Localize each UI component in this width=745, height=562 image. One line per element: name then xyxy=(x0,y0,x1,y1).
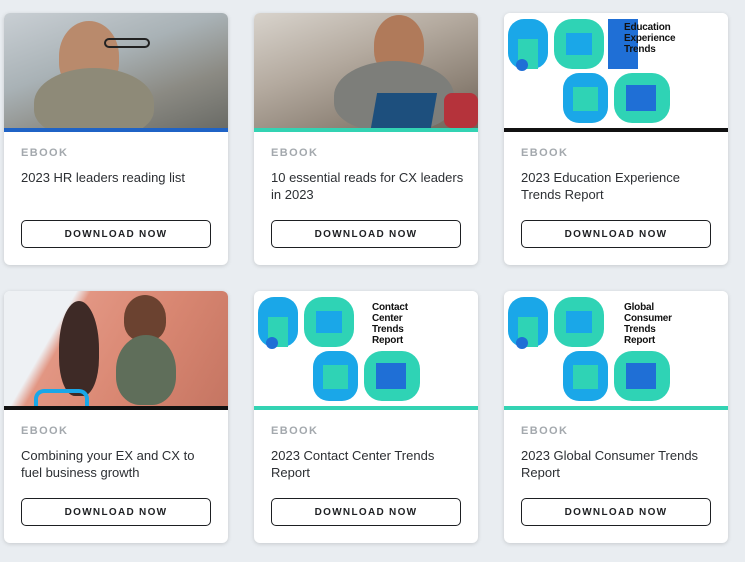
resource-card-ex-cx-growth[interactable]: EBOOK Combining your EX and CX to fuel b… xyxy=(4,291,228,543)
card-accent-bar xyxy=(504,128,728,132)
card-title[interactable]: Combining your EX and CX to fuel busines… xyxy=(21,447,216,481)
card-image-man-laptop xyxy=(4,13,228,128)
card-image-2023-report: Contact Center Trends Report xyxy=(254,291,478,406)
card-image-shop-payment xyxy=(4,291,228,406)
download-now-button[interactable]: DOWNLOAD NOW xyxy=(21,220,211,248)
card-eyebrow: EBOOK xyxy=(21,425,69,437)
resource-card-global-consumer-trends[interactable]: Global Consumer Trends Report EBOOK 2023… xyxy=(504,291,728,543)
report-cover-label: Education Experience Trends xyxy=(624,22,676,55)
download-now-button[interactable]: DOWNLOAD NOW xyxy=(521,220,711,248)
card-image-2023-report: Global Consumer Trends Report xyxy=(504,291,728,406)
download-now-button[interactable]: DOWNLOAD NOW xyxy=(271,220,461,248)
card-accent-bar xyxy=(4,128,228,132)
card-image-man-reading xyxy=(254,13,478,128)
download-now-button[interactable]: DOWNLOAD NOW xyxy=(21,498,211,526)
card-title[interactable]: 2023 Global Consumer Trends Report xyxy=(521,447,716,481)
resource-card-contact-center-trends[interactable]: Contact Center Trends Report EBOOK 2023 … xyxy=(254,291,478,543)
card-title[interactable]: 2023 HR leaders reading list xyxy=(21,169,216,186)
card-title[interactable]: 10 essential reads for CX leaders in 202… xyxy=(271,169,466,203)
card-title[interactable]: 2023 Contact Center Trends Report xyxy=(271,447,466,481)
card-image-2023-report: Education Experience Trends xyxy=(504,13,728,128)
card-accent-bar xyxy=(254,406,478,410)
card-eyebrow: EBOOK xyxy=(21,147,69,159)
download-now-button[interactable]: DOWNLOAD NOW xyxy=(521,498,711,526)
card-eyebrow: EBOOK xyxy=(271,425,319,437)
card-accent-bar xyxy=(4,406,228,410)
report-cover-label: Global Consumer Trends Report xyxy=(624,302,672,346)
resource-card-hr-reading-list[interactable]: EBOOK 2023 HR leaders reading list DOWNL… xyxy=(4,13,228,265)
card-accent-bar xyxy=(504,406,728,410)
card-eyebrow: EBOOK xyxy=(521,147,569,159)
card-accent-bar xyxy=(254,128,478,132)
resource-card-education-trends[interactable]: Education Experience Trends EBOOK 2023 E… xyxy=(504,13,728,265)
report-cover-label: Contact Center Trends Report xyxy=(372,302,408,346)
card-eyebrow: EBOOK xyxy=(521,425,569,437)
resource-card-cx-leaders-reads[interactable]: EBOOK 10 essential reads for CX leaders … xyxy=(254,13,478,265)
card-eyebrow: EBOOK xyxy=(271,147,319,159)
download-now-button[interactable]: DOWNLOAD NOW xyxy=(271,498,461,526)
card-title[interactable]: 2023 Education Experience Trends Report xyxy=(521,169,716,203)
